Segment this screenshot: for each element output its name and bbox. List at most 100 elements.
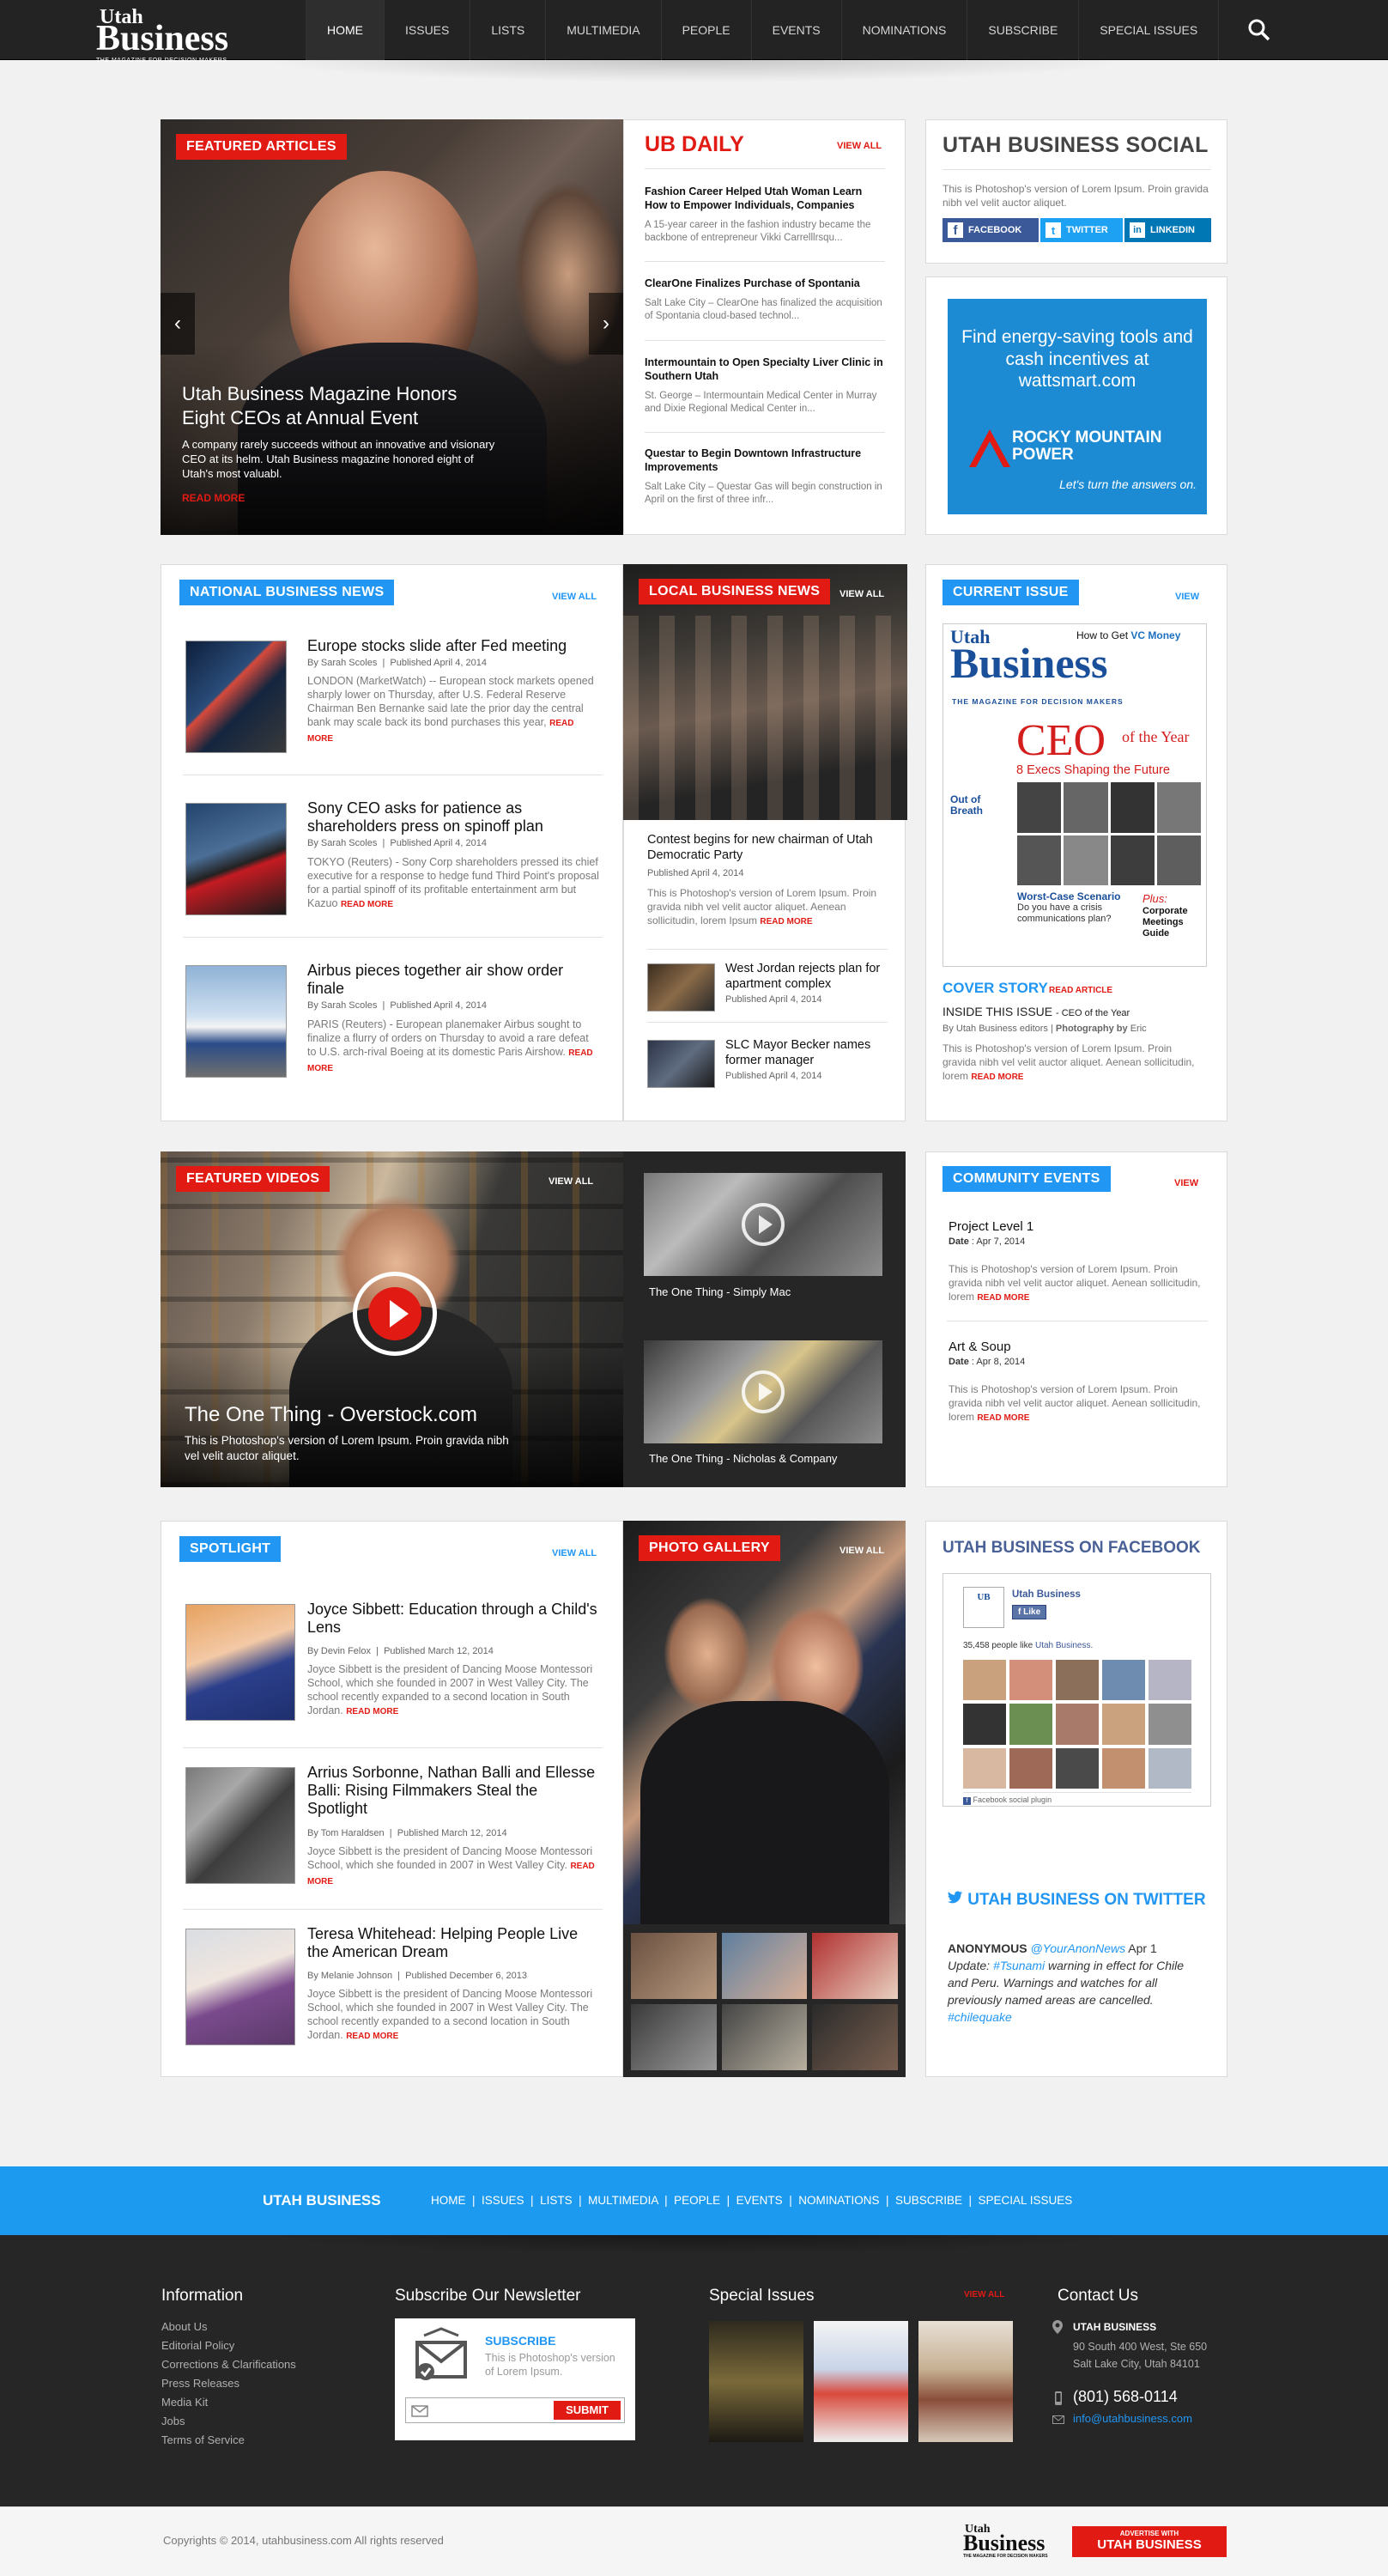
nav-events[interactable]: EVENTS bbox=[750, 0, 841, 60]
fan-avatar[interactable] bbox=[1056, 1704, 1099, 1745]
nav-special-issues[interactable]: SPECIAL ISSUES bbox=[1078, 0, 1220, 60]
facebook-page-logo[interactable]: UB bbox=[963, 1587, 1004, 1628]
footer-media-kit-link[interactable]: Media Kit bbox=[161, 2393, 296, 2412]
nav-subscribe[interactable]: SUBSCRIBE bbox=[967, 0, 1078, 60]
contact-phone[interactable]: (801) 568-0114 bbox=[1073, 2388, 1178, 2406]
local-item-title[interactable]: SLC Mayor Becker names former manager bbox=[725, 1037, 888, 1068]
read-more-link[interactable]: READ MORE bbox=[760, 917, 812, 927]
spotlight-title[interactable]: Arrius Sorbonne, Nathan Balli and Elless… bbox=[307, 1764, 599, 1818]
fan-avatar[interactable] bbox=[1009, 1747, 1052, 1789]
gallery-thumb[interactable] bbox=[812, 2004, 898, 2070]
linkedin-button[interactable]: in LINKEDIN bbox=[1124, 218, 1211, 242]
gallery-thumb[interactable] bbox=[721, 2004, 808, 2070]
national-item-title[interactable]: Airbus pieces together air show order fi… bbox=[307, 962, 599, 998]
advertise-button[interactable]: ADVERTISE WITH UTAH BUSINESS bbox=[1072, 2526, 1227, 2557]
nav-home[interactable]: HOME bbox=[306, 0, 384, 60]
footer-jobs-link[interactable]: Jobs bbox=[161, 2412, 296, 2431]
ub-daily-item[interactable]: Questar to Begin Downtown Infrastructure… bbox=[645, 447, 885, 507]
fan-avatar[interactable] bbox=[1056, 1747, 1099, 1789]
tweet-handle[interactable]: @YourAnonNews bbox=[1030, 1941, 1125, 1955]
footer-link-subscribe[interactable]: SUBSCRIBE bbox=[895, 2194, 962, 2207]
teresa-whitehead-image[interactable] bbox=[185, 1929, 295, 2045]
read-more-link[interactable]: READ MORE bbox=[341, 900, 393, 909]
nav-multimedia[interactable]: MULTIMEDIA bbox=[545, 0, 660, 60]
nav-people[interactable]: PEOPLE bbox=[660, 0, 751, 60]
sony-ceo-image[interactable] bbox=[185, 803, 287, 915]
footer-editorial-link[interactable]: Editorial Policy bbox=[161, 2336, 296, 2355]
fan-avatar[interactable] bbox=[1102, 1704, 1145, 1745]
event-title[interactable]: Project Level 1 bbox=[949, 1219, 1033, 1234]
fan-avatar[interactable] bbox=[1009, 1704, 1052, 1745]
featured-slider[interactable]: FEATURED ARTICLES ‹ › Utah Business Maga… bbox=[161, 119, 623, 535]
ub-daily-item-title[interactable]: Fashion Career Helped Utah Woman Learn H… bbox=[645, 185, 885, 212]
joyce-sibbett-image[interactable] bbox=[185, 1604, 295, 1721]
spotlight-title[interactable]: Joyce Sibbett: Education through a Child… bbox=[307, 1601, 599, 1637]
national-item-title[interactable]: Sony CEO asks for patience as shareholde… bbox=[307, 799, 599, 835]
fan-avatar[interactable] bbox=[1056, 1660, 1099, 1701]
events-view[interactable]: VIEW bbox=[1174, 1178, 1198, 1188]
special-issue-health[interactable] bbox=[814, 2321, 908, 2442]
fan-avatar[interactable] bbox=[1009, 1660, 1052, 1701]
contact-email[interactable]: info@utahbusiness.com bbox=[1073, 2412, 1192, 2425]
gallery-thumb[interactable] bbox=[721, 1933, 808, 1999]
footer-logo[interactable]: Utah Business THE MAGAZINE FOR DECISION … bbox=[963, 2524, 1048, 2559]
slider-prev-arrow-icon[interactable]: ‹ bbox=[161, 293, 195, 355]
footer-press-link[interactable]: Press Releases bbox=[161, 2374, 296, 2393]
ub-daily-item-title[interactable]: Intermountain to Open Specialty Liver Cl… bbox=[645, 355, 885, 383]
tweet-hashtag[interactable]: #Tsunami bbox=[993, 1959, 1045, 1972]
nav-nominations[interactable]: NOMINATIONS bbox=[840, 0, 967, 60]
special-issue-legal[interactable] bbox=[709, 2321, 803, 2442]
ub-daily-item-title[interactable]: Questar to Begin Downtown Infrastructure… bbox=[645, 447, 885, 474]
slc-mayor-image[interactable] bbox=[647, 1040, 715, 1088]
footer-brand[interactable]: UTAH BUSINESS bbox=[263, 2192, 381, 2209]
read-more-link[interactable]: READ MORE bbox=[977, 1293, 1029, 1303]
fan-avatar[interactable] bbox=[1149, 1747, 1191, 1789]
current-issue-view[interactable]: VIEW bbox=[1175, 592, 1199, 602]
local-view-all[interactable]: VIEW ALL bbox=[839, 589, 884, 599]
nav-lists[interactable]: LISTS bbox=[470, 0, 545, 60]
footer-link-people[interactable]: PEOPLE bbox=[674, 2194, 720, 2207]
local-news-hero-image[interactable]: LOCAL BUSINESS NEWS VIEW ALL bbox=[623, 564, 907, 820]
slider-next-arrow-icon[interactable]: › bbox=[589, 293, 623, 355]
gallery-thumb[interactable] bbox=[812, 1933, 898, 1999]
read-more-link[interactable]: READ MORE bbox=[346, 1707, 398, 1716]
fan-avatar[interactable] bbox=[1102, 1747, 1145, 1789]
video-title[interactable]: The One Thing - Simply Mac bbox=[649, 1285, 791, 1298]
featured-video-main[interactable]: FEATURED VIDEOS VIEW ALL The One Thing -… bbox=[161, 1151, 623, 1487]
rocky-mountain-ad[interactable]: Find energy-saving tools and cash incent… bbox=[948, 299, 1207, 514]
video-title[interactable]: The One Thing - Nicholas & Company bbox=[649, 1452, 837, 1465]
fan-avatar[interactable] bbox=[1149, 1660, 1191, 1701]
national-item-title[interactable]: Europe stocks slide after Fed meeting bbox=[307, 637, 599, 655]
local-main-title[interactable]: Contest begins for new chairman of Utah … bbox=[647, 832, 888, 863]
play-button-icon[interactable] bbox=[353, 1272, 437, 1356]
footer-link-events[interactable]: EVENTS bbox=[736, 2194, 783, 2207]
facebook-like-button[interactable]: f Like bbox=[1012, 1605, 1047, 1619]
site-logo[interactable]: Utah Business THE MAGAZINE FOR DECISION … bbox=[96, 7, 228, 64]
ub-daily-view-all[interactable]: VIEW ALL bbox=[837, 141, 882, 151]
read-more-link[interactable]: READ MORE bbox=[971, 1072, 1023, 1082]
featured-title[interactable]: Utah Business Magazine Honors Eight CEOs… bbox=[182, 382, 491, 430]
special-issue-sandy[interactable] bbox=[918, 2321, 1013, 2442]
newsletter-email-field[interactable]: SUBMIT bbox=[405, 2397, 625, 2423]
video-main-title[interactable]: The One Thing - Overstock.com bbox=[185, 1403, 477, 1427]
footer-link-home[interactable]: HOME bbox=[431, 2194, 466, 2207]
airbus-plane-image[interactable] bbox=[185, 965, 287, 1078]
gallery-thumb[interactable] bbox=[631, 1933, 717, 1999]
search-icon[interactable] bbox=[1248, 19, 1270, 41]
footer-link-lists[interactable]: LISTS bbox=[540, 2194, 573, 2207]
gallery-main-photo[interactable] bbox=[623, 1521, 906, 1924]
spotlight-title[interactable]: Teresa Whitehead: Helping People Live th… bbox=[307, 1925, 599, 1961]
read-more-link[interactable]: READ MORE bbox=[977, 1413, 1029, 1423]
fan-avatar[interactable] bbox=[1102, 1660, 1145, 1701]
ub-daily-item[interactable]: Intermountain to Open Specialty Liver Cl… bbox=[645, 355, 885, 416]
footer-corrections-link[interactable]: Corrections & Clarifications bbox=[161, 2355, 296, 2374]
tweet-hashtag[interactable]: #chilequake bbox=[948, 2010, 1012, 2024]
fan-avatar[interactable] bbox=[1149, 1704, 1191, 1745]
ub-daily-item[interactable]: ClearOne Finalizes Purchase of Spontania… bbox=[645, 276, 885, 323]
newsletter-submit-button[interactable]: SUBMIT bbox=[554, 2401, 621, 2420]
event-title[interactable]: Art & Soup bbox=[949, 1340, 1011, 1354]
ub-daily-item[interactable]: Fashion Career Helped Utah Woman Learn H… bbox=[645, 185, 885, 245]
footer-link-multimedia[interactable]: MULTIMEDIA bbox=[588, 2194, 658, 2207]
footer-link-issues[interactable]: ISSUES bbox=[482, 2194, 524, 2207]
featured-read-more[interactable]: READ MORE bbox=[182, 492, 245, 504]
